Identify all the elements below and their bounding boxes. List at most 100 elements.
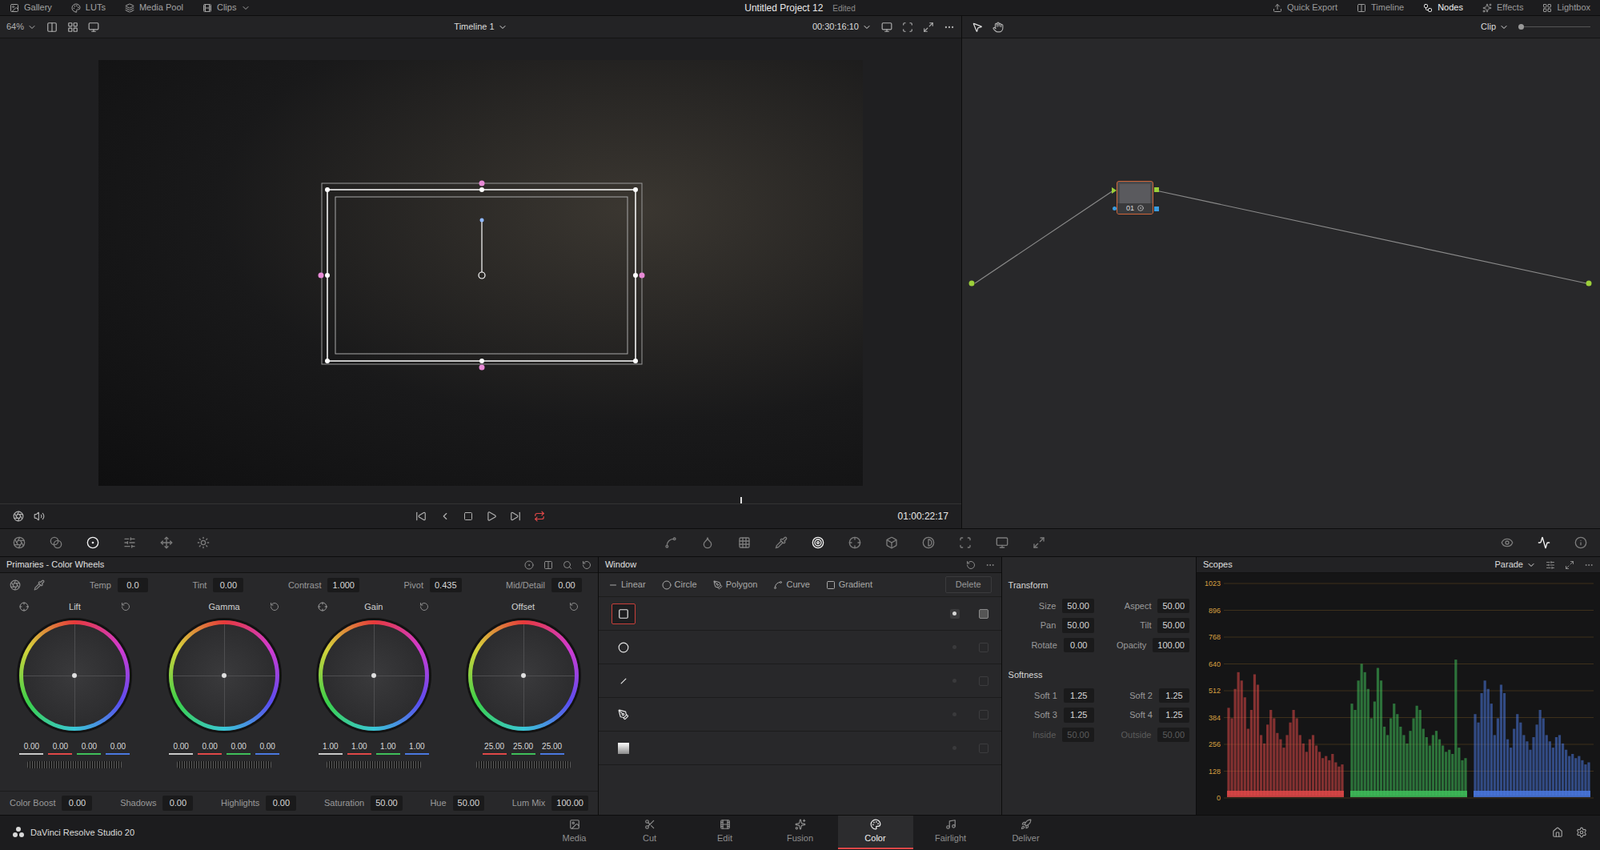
top-tab[interactable]: LUTs <box>71 0 106 15</box>
value-field[interactable]: 50.00 <box>1157 598 1190 614</box>
wheel-value[interactable]: 1.00 <box>376 740 401 755</box>
color-node[interactable]: 01 <box>1116 180 1154 215</box>
palette-tool-icon[interactable] <box>86 536 100 550</box>
value-field[interactable]: 0.0 <box>117 577 149 594</box>
reset-icon[interactable] <box>569 601 579 612</box>
wheel-center[interactable] <box>371 673 377 678</box>
window-overlay[interactable] <box>98 60 863 486</box>
step-back-icon[interactable] <box>439 510 451 522</box>
wheel-value[interactable]: 25.00 <box>540 740 565 755</box>
palette-tool-icon[interactable] <box>1500 536 1514 550</box>
palette-tool-icon[interactable] <box>12 536 26 550</box>
picker-icon[interactable] <box>19 601 29 612</box>
palette-tool-icon[interactable] <box>664 536 678 550</box>
wheel-value[interactable]: 0.00 <box>105 740 130 755</box>
enable-toggle[interactable] <box>978 743 989 754</box>
page-tab[interactable]: Deliver <box>988 815 1064 850</box>
picker-icon[interactable] <box>317 601 328 612</box>
palette-tool-icon[interactable] <box>922 536 935 550</box>
value-field[interactable]: 0.00 <box>265 795 297 811</box>
palette-tool-icon[interactable] <box>885 536 899 550</box>
monitor-icon[interactable] <box>88 21 100 33</box>
scrubber[interactable] <box>0 496 962 505</box>
top-tab[interactable]: Clips <box>202 0 251 15</box>
value-field[interactable]: 0.00 <box>1063 637 1095 654</box>
page-tab[interactable]: Fusion <box>762 815 839 850</box>
wheel-value[interactable]: 25.00 <box>482 740 507 755</box>
palette-tool-icon[interactable] <box>774 536 788 550</box>
wheel-center[interactable] <box>72 673 77 678</box>
palette-tool-icon[interactable] <box>123 536 137 550</box>
node-alpha-output[interactable] <box>1154 206 1159 212</box>
value-field[interactable]: 1.25 <box>1063 707 1095 723</box>
wheel-value[interactable]: 1.00 <box>405 740 430 755</box>
value-field[interactable]: 0.00 <box>61 795 93 811</box>
reset-icon[interactable] <box>581 560 592 570</box>
palette-tool-icon[interactable] <box>160 536 173 550</box>
palette-tool-icon[interactable] <box>701 536 714 550</box>
top-tab[interactable]: Gallery <box>9 0 53 15</box>
page-tab[interactable]: Color <box>838 815 914 850</box>
wheel-value[interactable]: 1.00 <box>347 740 372 755</box>
wheel-ring[interactable] <box>468 620 579 731</box>
expand-icon[interactable] <box>1564 560 1575 570</box>
palette-tool-icon[interactable] <box>848 536 862 550</box>
window-row[interactable] <box>598 697 1002 732</box>
window-tool-button[interactable]: Circle <box>661 577 698 592</box>
value-field[interactable]: 0.00 <box>162 795 193 811</box>
master-jog[interactable] <box>27 761 122 769</box>
palette-tool-icon[interactable] <box>1537 536 1551 550</box>
wheel-value[interactable]: 0.00 <box>197 740 222 755</box>
scope-mode-dropdown[interactable]: Parade <box>1495 557 1536 572</box>
stop-icon[interactable] <box>463 511 474 522</box>
more-icon[interactable] <box>943 21 955 33</box>
playhead[interactable] <box>740 497 742 504</box>
page-tab[interactable]: Media <box>537 815 613 850</box>
top-tab[interactable]: Media Pool <box>124 0 184 15</box>
invert-toggle[interactable] <box>950 642 960 653</box>
picker-icon[interactable] <box>33 579 45 591</box>
page-tab[interactable]: Edit <box>687 815 763 850</box>
page-tab[interactable]: Cut <box>612 815 688 850</box>
value-field[interactable]: 100.00 <box>1152 637 1190 654</box>
window-tool-button[interactable]: Polygon <box>713 577 758 592</box>
master-jog[interactable] <box>476 761 571 769</box>
value-field[interactable]: 50.00 <box>1157 617 1190 634</box>
pointer-icon[interactable] <box>971 21 983 33</box>
zoom-icon[interactable] <box>562 560 573 570</box>
settings-icon[interactable] <box>1545 560 1556 570</box>
wheel-value[interactable]: 0.00 <box>168 740 193 755</box>
enable-toggle[interactable] <box>978 609 989 619</box>
more-icon[interactable] <box>1583 560 1594 570</box>
invert-toggle[interactable] <box>950 743 960 754</box>
wheel-value[interactable]: 0.00 <box>48 740 73 755</box>
top-tab[interactable]: Quick Export <box>1272 0 1338 15</box>
master-jog[interactable] <box>326 761 422 769</box>
value-field[interactable]: 50.00 <box>1157 727 1190 743</box>
grid-icon[interactable] <box>67 21 79 33</box>
value-field[interactable]: 0.00 <box>212 577 244 594</box>
gear-icon[interactable] <box>1575 826 1588 839</box>
layout-icon[interactable] <box>46 21 58 33</box>
timeline-dropdown[interactable]: Timeline 1 <box>453 20 507 34</box>
enable-toggle[interactable] <box>978 709 989 720</box>
wheel-value[interactable]: 0.00 <box>19 740 44 755</box>
window-tool-button[interactable]: Curve <box>773 577 810 592</box>
reset-icon[interactable] <box>966 560 976 570</box>
invert-toggle[interactable] <box>950 709 960 720</box>
node-rgb-input[interactable] <box>1111 187 1117 194</box>
invert-toggle[interactable] <box>950 676 960 686</box>
wheel-value[interactable]: 1.00 <box>318 740 343 755</box>
top-tab[interactable]: Timeline <box>1356 0 1404 15</box>
palette-tool-icon[interactable] <box>958 536 972 550</box>
play-icon[interactable] <box>485 510 498 522</box>
node-alpha-input[interactable] <box>1112 206 1117 211</box>
fullscreen-icon[interactable] <box>922 21 935 33</box>
value-field[interactable]: 50.00 <box>1062 598 1095 614</box>
palette-tool-icon[interactable] <box>196 536 210 550</box>
wheel-value[interactable]: 25.00 <box>511 740 536 755</box>
enable-toggle[interactable] <box>978 676 989 686</box>
master-jog[interactable] <box>176 761 272 769</box>
more-icon[interactable] <box>985 560 995 570</box>
window-row[interactable] <box>598 664 1002 698</box>
